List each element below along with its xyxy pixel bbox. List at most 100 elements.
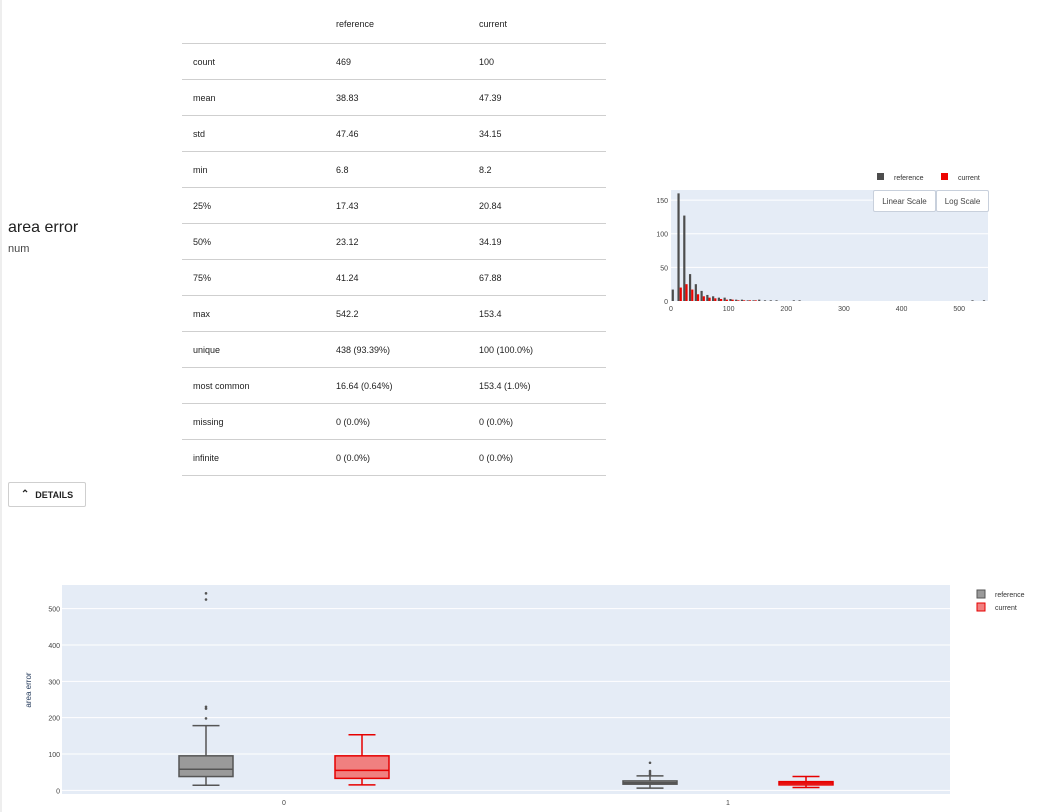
box-iqr xyxy=(334,755,390,780)
box-outlier-point xyxy=(204,717,208,720)
table-row: 75% 41.24 67.88 xyxy=(182,259,606,296)
histogram-bar-reference xyxy=(671,289,674,301)
histogram-bar-reference xyxy=(758,299,761,301)
box-plot-y-tick-label: 0 xyxy=(56,788,60,795)
histogram-bar-reference xyxy=(775,300,778,301)
box-plot-y-tick-label: 400 xyxy=(48,643,60,650)
table-cell: 47.46 xyxy=(336,115,479,152)
table-row-label: unique xyxy=(182,331,336,368)
histogram-bar-reference xyxy=(740,299,744,301)
histogram-bar-current xyxy=(679,287,682,301)
table-row-label: infinite xyxy=(182,439,336,476)
histogram-bar-reference xyxy=(798,300,801,301)
histogram-bar-reference xyxy=(752,300,755,301)
table-row: missing 0 (0.0%) 0 (0.0%) xyxy=(182,403,606,440)
log-scale-button[interactable]: Log Scale xyxy=(936,190,989,212)
table-cell: 23.12 xyxy=(336,223,479,260)
table-cell: 469 xyxy=(336,43,479,80)
table-cell: 47.39 xyxy=(479,79,606,116)
table-row-label: 50% xyxy=(182,223,336,260)
histogram-legend-swatch-reference xyxy=(877,173,884,180)
table-cell: 0 (0.0%) xyxy=(336,403,479,440)
box-outlier-point xyxy=(204,705,208,709)
histogram-bar-reference xyxy=(982,300,986,301)
histogram-bar-reference xyxy=(706,294,709,301)
histogram-bar-reference xyxy=(792,300,795,301)
histogram-chart: 0 50 100 150 0 100 200 300 400 500 reference curre… xyxy=(656,173,988,313)
box-legend-label[interactable]: reference xyxy=(995,592,1025,599)
table-cell: 67.88 xyxy=(479,259,606,296)
table-cell: 34.15 xyxy=(479,115,606,152)
histogram-bar-reference xyxy=(763,300,767,301)
table-body: count 469 100 mean 38.83 47.39 std 47.46 34.15 mi… xyxy=(182,43,606,476)
table-cell: 8.2 xyxy=(479,151,606,188)
histogram-bar-reference xyxy=(677,193,680,301)
table-cell: 34.19 xyxy=(479,223,606,260)
table-row-label: most common xyxy=(182,367,336,404)
histogram-bar-current xyxy=(696,294,700,301)
linear-scale-button[interactable]: Linear Scale xyxy=(873,190,936,212)
histogram-bar-current xyxy=(748,300,752,301)
histogram-y-tick-label: 100 xyxy=(656,232,668,239)
histogram-bar-current xyxy=(685,284,688,301)
histogram-bar-reference xyxy=(971,300,974,301)
details-button[interactable]: ⌃ DETAILS xyxy=(8,482,86,507)
box-plot-y-tick-label: 300 xyxy=(48,679,60,686)
table-row-label: std xyxy=(182,115,336,152)
histogram-bar-reference xyxy=(735,299,738,301)
table-header-cell: current xyxy=(479,5,606,44)
table-row: 50% 23.12 34.19 xyxy=(182,223,606,260)
box-legend-swatch-current[interactable] xyxy=(976,602,986,612)
box-outlier-point xyxy=(648,769,652,773)
histogram-bar-current xyxy=(731,299,734,301)
table-row-label: count xyxy=(182,43,336,80)
table-cell: 16.64 (0.64%) xyxy=(336,367,479,404)
table-row: unique 438 (93.39%) 100 (100.0%) xyxy=(182,331,606,368)
table-cell: 0 (0.0%) xyxy=(479,403,606,440)
box-plot-x-tick-label: 0 xyxy=(282,800,286,807)
table-row: min 6.8 8.2 xyxy=(182,151,606,188)
histogram-bar-reference xyxy=(723,297,726,301)
table-header-cell: reference xyxy=(336,5,479,44)
table-row: infinite 0 (0.0%) 0 (0.0%) xyxy=(182,439,606,476)
histogram-bar-reference xyxy=(769,300,772,301)
table-cell: 20.84 xyxy=(479,187,606,224)
table-row: std 47.46 34.15 xyxy=(182,115,606,152)
box-plot-y-tick-label: 100 xyxy=(48,752,60,759)
histogram-legend-swatch-current xyxy=(941,173,948,180)
table-cell: 153.4 (1.0%) xyxy=(479,367,606,404)
box-plot-y-tick-label: 200 xyxy=(48,716,60,723)
histogram-y-tick-label: 0 xyxy=(664,299,668,306)
histogram-bar-current xyxy=(708,297,711,301)
details-button-label: DETAILS xyxy=(35,489,74,500)
histogram-bar-current xyxy=(719,298,723,301)
histogram-x-tick-label: 500 xyxy=(953,306,965,313)
table-cell: 17.43 xyxy=(336,187,479,224)
feature-name: area error xyxy=(8,219,79,236)
table-row-label: 25% xyxy=(182,187,336,224)
histogram-bar-reference xyxy=(717,297,720,301)
box-plot-y-tick-label: 500 xyxy=(48,607,60,614)
table-row-label: 75% xyxy=(182,259,336,296)
table-cell: 41.24 xyxy=(336,259,479,296)
histogram-x-tick-label: 0 xyxy=(669,306,673,313)
histogram-bar-current xyxy=(754,300,757,301)
table-row: max 542.2 153.4 xyxy=(182,295,606,332)
table-row-label: mean xyxy=(182,79,336,116)
box-plot-chart: 0 100 200 300 400 500 0 1 area error reference cu… xyxy=(24,585,1025,807)
box-plot-y-axis-label: area error xyxy=(24,672,33,707)
table-cell: 0 (0.0%) xyxy=(336,439,479,476)
histogram-bar-current xyxy=(743,300,746,301)
table-header-cell xyxy=(182,5,336,44)
histogram-x-tick-label: 100 xyxy=(723,306,735,313)
table-cell: 542.2 xyxy=(336,295,479,332)
histogram-bar-reference xyxy=(688,274,692,301)
table-row: count 469 100 xyxy=(182,43,606,80)
histogram-y-tick-label: 50 xyxy=(660,265,668,272)
histogram-x-tick-label: 400 xyxy=(896,306,908,313)
box-legend-label[interactable]: current xyxy=(995,605,1017,612)
table-row: most common 16.64 (0.64%) 153.4 (1.0%) xyxy=(182,367,606,404)
table-row: mean 38.83 47.39 xyxy=(182,79,606,116)
box-legend-swatch-reference[interactable] xyxy=(976,589,986,599)
feature-type: num xyxy=(8,243,30,255)
